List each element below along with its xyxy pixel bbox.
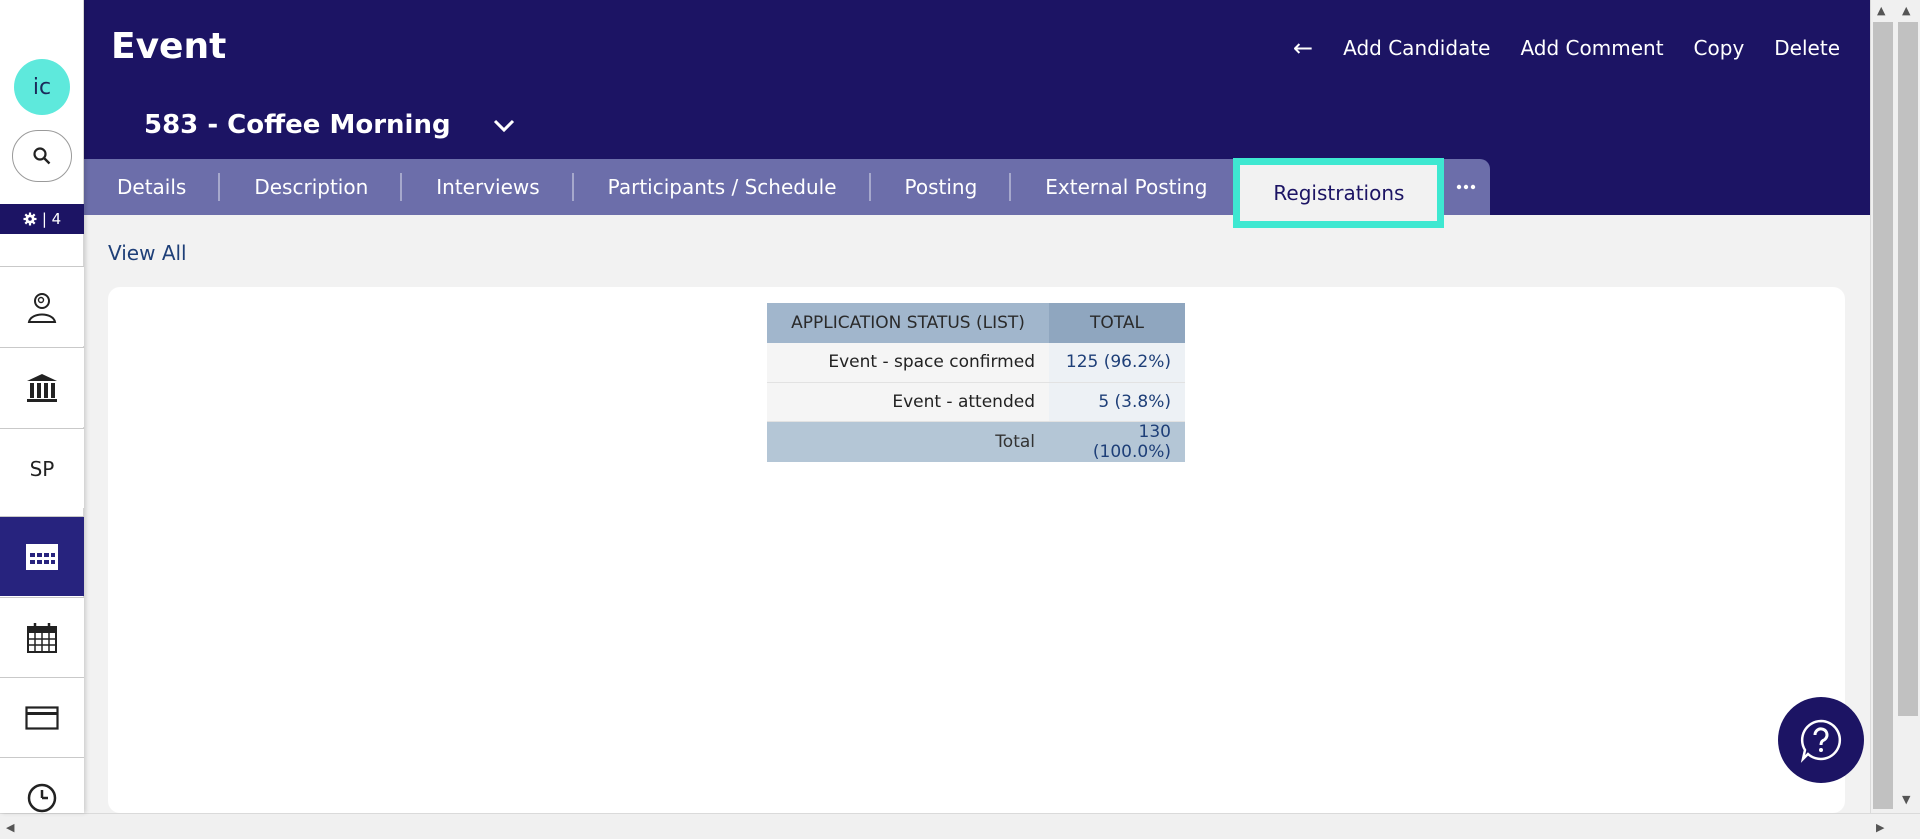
table-row: Event - attended 5 (3.8%) bbox=[767, 382, 1185, 422]
calendar-grid-icon bbox=[26, 543, 58, 570]
tab-details[interactable]: Details bbox=[84, 159, 221, 215]
tab-label: Registrations bbox=[1273, 181, 1405, 205]
calendar-icon bbox=[27, 622, 57, 653]
scroll-down-arrow[interactable]: ▼ bbox=[1902, 793, 1910, 806]
sidebar-item-candidates[interactable] bbox=[0, 266, 84, 346]
add-comment-button[interactable]: Add Comment bbox=[1520, 36, 1663, 60]
table-total-row: Total 130 (100.0%) bbox=[767, 421, 1185, 462]
page-title: Event bbox=[111, 26, 227, 67]
table-header-row: APPLICATION STATUS (LIST) TOTAL bbox=[767, 303, 1185, 343]
tab-label: External Posting bbox=[1045, 175, 1208, 199]
sidebar-item-label: SP bbox=[29, 456, 55, 481]
copy-button[interactable]: Copy bbox=[1694, 36, 1745, 60]
more-tabs-button[interactable] bbox=[1444, 159, 1488, 215]
view-all-link[interactable]: View All bbox=[108, 241, 187, 265]
sidebar-item-timesheets[interactable] bbox=[0, 757, 84, 813]
tab-posting[interactable]: Posting bbox=[871, 159, 1012, 215]
add-candidate-button[interactable]: Add Candidate bbox=[1343, 36, 1490, 60]
tab-label: Participants / Schedule bbox=[607, 175, 837, 199]
sidebar-item-sp[interactable]: SP bbox=[0, 428, 84, 508]
scrollbar-thumb[interactable] bbox=[1898, 22, 1918, 716]
help-button[interactable] bbox=[1778, 697, 1864, 783]
column-header-status[interactable]: APPLICATION STATUS (LIST) bbox=[767, 303, 1049, 343]
help-chat-icon bbox=[1800, 719, 1842, 763]
gear-icon bbox=[23, 212, 37, 226]
row-value[interactable]: 5 (3.8%) bbox=[1049, 382, 1185, 422]
tab-label: Interviews bbox=[436, 175, 540, 199]
delete-button[interactable]: Delete bbox=[1774, 36, 1840, 60]
sidebar-item-calendar[interactable] bbox=[0, 597, 84, 677]
tab-registrations[interactable]: Registrations bbox=[1233, 158, 1445, 228]
left-sidebar: ic | 4 SP bbox=[0, 0, 84, 813]
record-title: 583 - Coffee Morning bbox=[144, 110, 451, 140]
registrations-table: APPLICATION STATUS (LIST) TOTAL Event - … bbox=[767, 303, 1185, 462]
avatar[interactable]: ic bbox=[14, 59, 70, 115]
tab-participants-schedule[interactable]: Participants / Schedule bbox=[574, 159, 871, 215]
event-header: Event ← Add Candidate Add Comment Copy D… bbox=[84, 0, 1870, 228]
person-search-icon bbox=[27, 292, 57, 323]
row-label: Event - space confirmed bbox=[767, 343, 1049, 383]
tab-label: Posting bbox=[904, 175, 978, 199]
scroll-up-arrow[interactable]: ▲ bbox=[1877, 4, 1885, 17]
table-row: Event - space confirmed 125 (96.2%) bbox=[767, 343, 1185, 383]
tab-bar: Details Description Interviews Participa… bbox=[84, 158, 1490, 228]
tab-label: Description bbox=[254, 175, 369, 199]
total-label: Total bbox=[767, 421, 1049, 462]
tab-interviews[interactable]: Interviews bbox=[402, 159, 574, 215]
bank-icon bbox=[27, 373, 57, 402]
vertical-scrollbar[interactable]: ▲ ▲ ▼ bbox=[1870, 0, 1920, 813]
counter-text: | 4 bbox=[41, 210, 62, 228]
search-icon bbox=[33, 147, 51, 165]
clock-icon bbox=[27, 783, 57, 813]
tab-description[interactable]: Description bbox=[220, 159, 403, 215]
total-value[interactable]: 130 (100.0%) bbox=[1049, 421, 1185, 462]
back-button[interactable]: ← bbox=[1293, 34, 1313, 62]
envelope-icon bbox=[25, 705, 59, 730]
tab-external-posting[interactable]: External Posting bbox=[1011, 159, 1233, 215]
row-value[interactable]: 125 (96.2%) bbox=[1049, 343, 1185, 383]
scrollbar-thumb[interactable] bbox=[1873, 22, 1893, 809]
column-header-total[interactable]: TOTAL bbox=[1049, 303, 1185, 343]
scroll-left-arrow[interactable]: ◀ bbox=[6, 821, 14, 834]
scroll-up-arrow[interactable]: ▲ bbox=[1902, 4, 1910, 17]
sidebar-item-companies[interactable] bbox=[0, 347, 84, 427]
sidebar-item-messages[interactable] bbox=[0, 677, 84, 757]
row-label: Event - attended bbox=[767, 382, 1049, 422]
search-button[interactable] bbox=[12, 130, 72, 182]
header-actions: ← Add Candidate Add Comment Copy Delete bbox=[1293, 34, 1840, 62]
horizontal-scrollbar[interactable]: ◀ ▶ bbox=[0, 813, 1920, 839]
scroll-right-arrow[interactable]: ▶ bbox=[1876, 821, 1884, 834]
chevron-down-icon[interactable] bbox=[492, 118, 516, 134]
tab-label: Details bbox=[117, 175, 187, 199]
settings-counter[interactable]: | 4 bbox=[0, 204, 84, 234]
sidebar-item-events[interactable] bbox=[0, 516, 84, 596]
more-icon bbox=[1457, 184, 1476, 190]
